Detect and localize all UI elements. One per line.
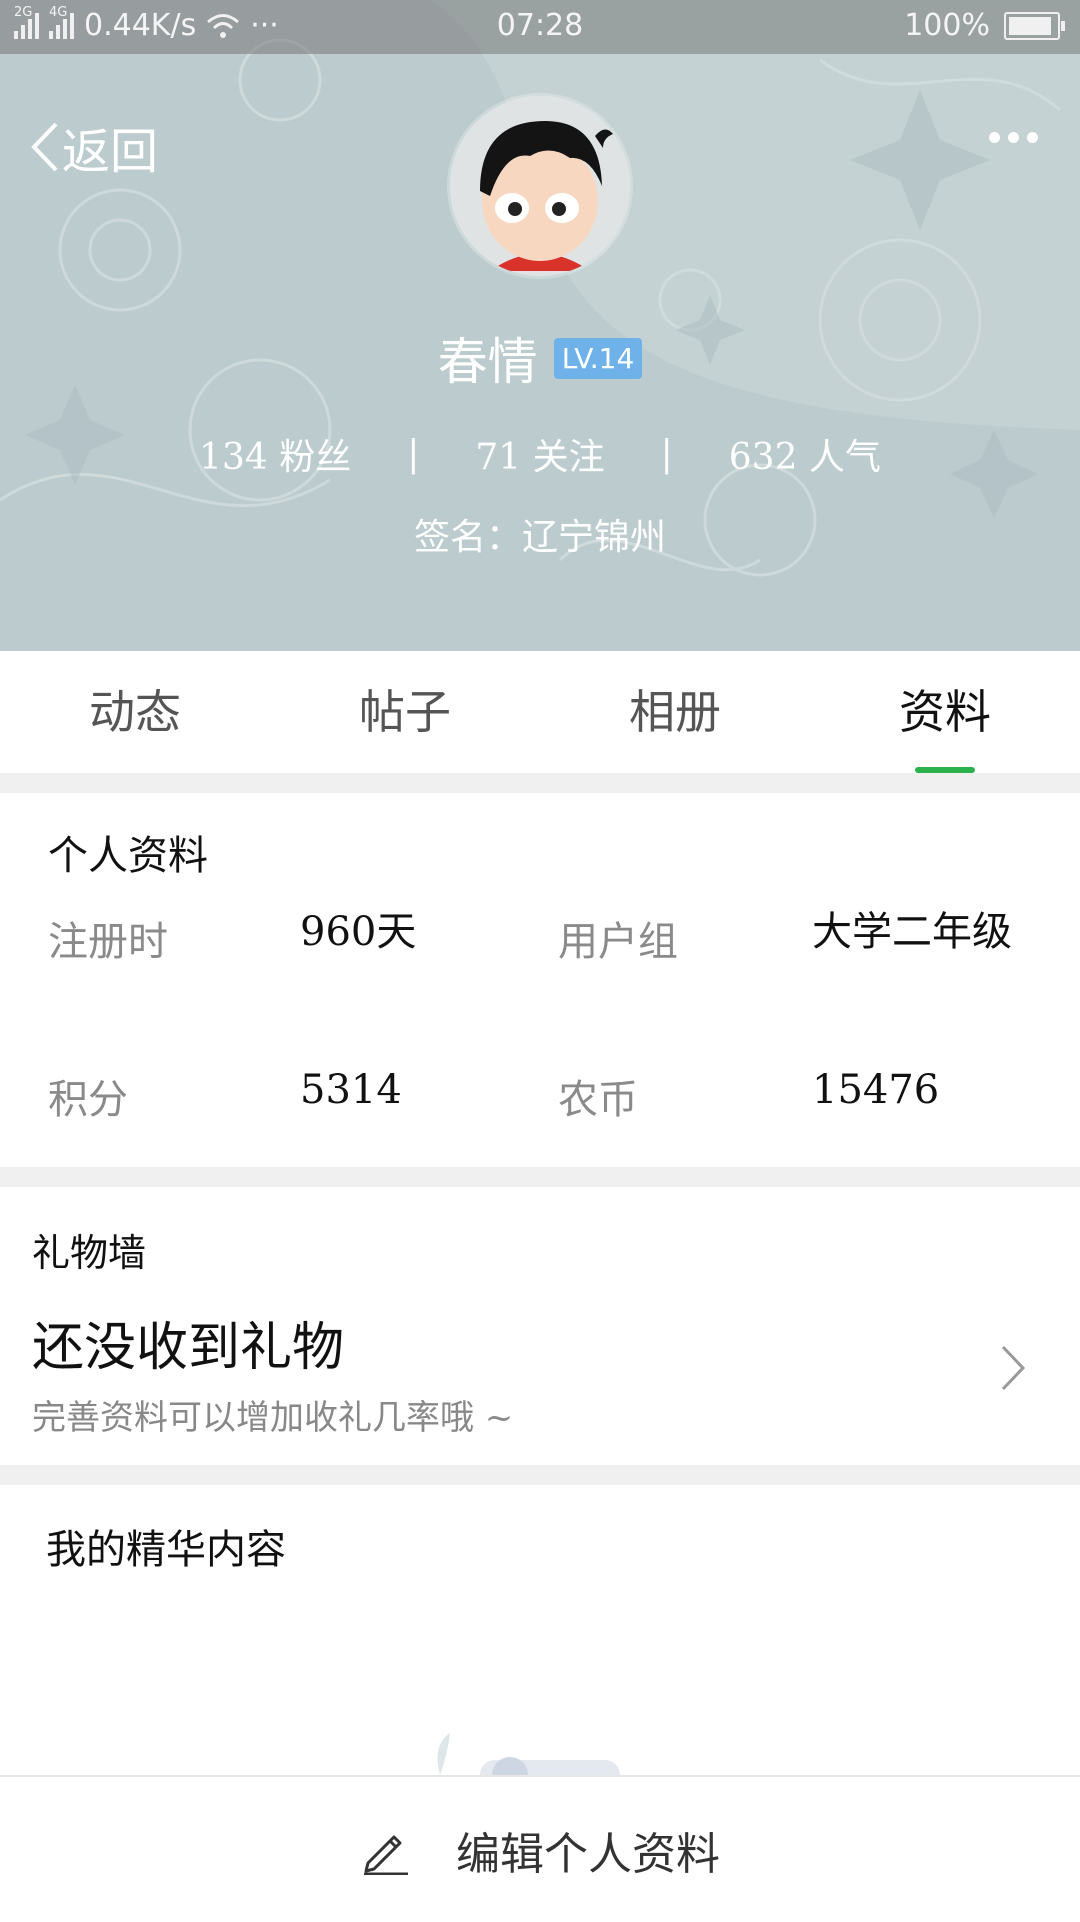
chevron-left-icon: [31, 122, 58, 172]
back-button[interactable]: 返回: [28, 112, 158, 182]
cartoon-avatar-image: [450, 96, 630, 276]
avatar[interactable]: [450, 96, 630, 276]
edit-profile-label: 编辑个人资料: [456, 1828, 720, 1880]
following-count[interactable]: 71 关注: [475, 428, 604, 480]
points-value: 5314: [300, 1067, 402, 1113]
level-badge: LV.14: [553, 337, 643, 379]
stats-separator: |: [407, 433, 420, 475]
tab-album[interactable]: 相册: [540, 651, 810, 773]
battery-icon: [1004, 11, 1065, 40]
profile-stats: 134 粉丝 | 71 关注 | 632 人气: [0, 428, 1080, 480]
tab-profile-info[interactable]: 资料: [810, 651, 1080, 773]
section-title: 个人资料: [48, 833, 208, 879]
fans-count[interactable]: 134 粉丝: [199, 428, 351, 480]
register-label: 注册时: [48, 919, 168, 965]
pencil-icon: [364, 1835, 408, 1875]
user-group-value: 大学二年级: [812, 909, 1012, 955]
divider: [0, 1167, 1080, 1187]
points-label: 积分: [48, 1077, 128, 1123]
popularity-count: 632 人气: [728, 437, 881, 478]
gift-empty-text: 还没收到礼物: [32, 1318, 345, 1378]
tab-posts[interactable]: 帖子: [270, 651, 540, 773]
coins-label: 农币: [558, 1077, 638, 1123]
profile-tabs: 动态 帖子 相册 资料: [0, 651, 1080, 773]
more-options-button[interactable]: [989, 132, 1038, 143]
chevron-right-icon: [1001, 1345, 1026, 1391]
divider: [0, 773, 1080, 793]
divider: [0, 1465, 1080, 1485]
register-value: 960天: [300, 909, 417, 955]
user-group-label: 用户组: [558, 919, 678, 965]
more-dots-icon: [989, 132, 1000, 143]
status-bar: 2G 4G 0.44K/s ··· 07:28 100%: [0, 0, 1080, 54]
featured-title: 我的精华内容: [46, 1527, 286, 1573]
empty-state-illustration: [437, 1733, 620, 1780]
gift-hint: 完善资料可以增加收礼几率哦 ~: [32, 1398, 514, 1438]
stats-separator: |: [660, 433, 673, 475]
battery-percent: 100%: [904, 8, 990, 43]
user-name: 春情: [437, 333, 538, 391]
edit-profile-button[interactable]: 编辑个人资料: [0, 1775, 1080, 1922]
coins-value: 15476: [812, 1067, 940, 1113]
back-label: 返回: [62, 124, 159, 180]
gift-wall-title: 礼物墙: [32, 1231, 147, 1275]
profile-banner: 2G 4G 0.44K/s ··· 07:28 100% 返回 春情 LV.14…: [0, 0, 1080, 651]
user-signature: 签名：辽宁锦州: [413, 517, 666, 558]
personal-info-section: 个人资料 注册时 960天 用户组 大学二年级 积分 5314 农币 15476: [0, 793, 1080, 1167]
tab-activity[interactable]: 动态: [0, 651, 270, 773]
